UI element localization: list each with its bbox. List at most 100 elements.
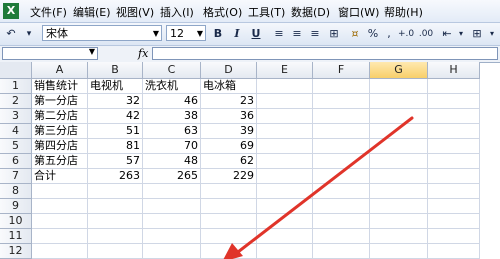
cell-c6[interactable]: 48 — [143, 154, 201, 169]
menu-insert[interactable]: 插入(I) — [160, 4, 194, 20]
cell-g6[interactable] — [370, 154, 428, 169]
cell-f11[interactable] — [313, 229, 370, 244]
cell-e4[interactable] — [257, 124, 313, 139]
cell-f1[interactable] — [313, 79, 370, 94]
cell-c12[interactable] — [143, 244, 201, 259]
row-header-1[interactable]: 1 — [0, 79, 32, 94]
cell-d7[interactable]: 229 — [201, 169, 257, 184]
cell-e5[interactable] — [257, 139, 313, 154]
cell-d3[interactable]: 36 — [201, 109, 257, 124]
cell-e6[interactable] — [257, 154, 313, 169]
cell-a12[interactable] — [32, 244, 88, 259]
cell-a7[interactable]: 合计 — [32, 169, 88, 184]
cell-f9[interactable] — [313, 199, 370, 214]
cell-b10[interactable] — [88, 214, 143, 229]
cell-b12[interactable] — [88, 244, 143, 259]
menu-window[interactable]: 窗口(W) — [338, 4, 379, 20]
menu-edit[interactable]: 编辑(E) — [73, 4, 111, 20]
cell-f12[interactable] — [313, 244, 370, 259]
row-header-4[interactable]: 4 — [0, 124, 32, 139]
font-name-select[interactable]: 宋体 ▼ — [42, 25, 162, 41]
column-header-b[interactable]: B — [88, 62, 143, 79]
cell-b3[interactable]: 42 — [88, 109, 143, 124]
cell-c5[interactable]: 70 — [143, 139, 201, 154]
align-center-icon[interactable]: ≡ — [290, 26, 304, 42]
column-header-a[interactable]: A — [32, 62, 88, 79]
cell-b11[interactable] — [88, 229, 143, 244]
cell-b4[interactable]: 51 — [88, 124, 143, 139]
cell-c3[interactable]: 38 — [143, 109, 201, 124]
row-header-6[interactable]: 6 — [0, 154, 32, 169]
column-header-f[interactable]: F — [313, 62, 370, 79]
formula-input[interactable] — [152, 47, 498, 60]
cell-h2[interactable] — [428, 94, 480, 109]
menu-view[interactable]: 视图(V) — [116, 4, 154, 20]
cell-f5[interactable] — [313, 139, 370, 154]
cell-g5[interactable] — [370, 139, 428, 154]
cell-h8[interactable] — [428, 184, 480, 199]
cell-a1[interactable]: 销售统计 — [32, 79, 88, 94]
cell-a8[interactable] — [32, 184, 88, 199]
cell-a3[interactable]: 第二分店 — [32, 109, 88, 124]
column-header-d[interactable]: D — [201, 62, 257, 79]
cell-g3[interactable] — [370, 109, 428, 124]
cell-e2[interactable] — [257, 94, 313, 109]
borders-icon[interactable]: ⊞ — [470, 26, 484, 42]
cell-d8[interactable] — [201, 184, 257, 199]
row-header-2[interactable]: 2 — [0, 94, 32, 109]
column-header-h[interactable]: H — [428, 62, 480, 79]
cell-c8[interactable] — [143, 184, 201, 199]
cell-b2[interactable]: 32 — [88, 94, 143, 109]
cell-g8[interactable] — [370, 184, 428, 199]
cell-c4[interactable]: 63 — [143, 124, 201, 139]
cell-g9[interactable] — [370, 199, 428, 214]
bold-button[interactable]: B — [211, 26, 225, 42]
cell-b7[interactable]: 263 — [88, 169, 143, 184]
cell-d12[interactable] — [201, 244, 257, 259]
cell-e9[interactable] — [257, 199, 313, 214]
align-left-icon[interactable]: ≡ — [272, 26, 286, 42]
toolbar-options-icon[interactable]: ▾ — [22, 26, 36, 42]
cell-f10[interactable] — [313, 214, 370, 229]
row-header-7[interactable]: 7 — [0, 169, 32, 184]
cell-e8[interactable] — [257, 184, 313, 199]
cell-c2[interactable]: 46 — [143, 94, 201, 109]
cell-d1[interactable]: 电冰箱 — [201, 79, 257, 94]
column-header-g[interactable]: G — [370, 62, 428, 79]
cell-a9[interactable] — [32, 199, 88, 214]
cell-b8[interactable] — [88, 184, 143, 199]
align-right-icon[interactable]: ≡ — [308, 26, 322, 42]
cell-h5[interactable] — [428, 139, 480, 154]
cell-h4[interactable] — [428, 124, 480, 139]
cell-g12[interactable] — [370, 244, 428, 259]
cell-e1[interactable] — [257, 79, 313, 94]
cell-d9[interactable] — [201, 199, 257, 214]
row-header-10[interactable]: 10 — [0, 214, 32, 229]
cell-h3[interactable] — [428, 109, 480, 124]
cell-d10[interactable] — [201, 214, 257, 229]
cell-b9[interactable] — [88, 199, 143, 214]
menu-file[interactable]: 文件(F) — [30, 4, 67, 20]
cell-a2[interactable]: 第一分店 — [32, 94, 88, 109]
cell-e7[interactable] — [257, 169, 313, 184]
chevron-down-icon[interactable]: ▾ — [486, 26, 498, 42]
cell-h1[interactable] — [428, 79, 480, 94]
row-header-8[interactable]: 8 — [0, 184, 32, 199]
cell-f2[interactable] — [313, 94, 370, 109]
chevron-down-icon[interactable]: ▾ — [456, 26, 466, 42]
cell-b1[interactable]: 电视机 — [88, 79, 143, 94]
cell-a5[interactable]: 第四分店 — [32, 139, 88, 154]
percent-button[interactable]: % — [366, 26, 380, 42]
menu-format[interactable]: 格式(O) — [203, 4, 242, 20]
cell-g4[interactable] — [370, 124, 428, 139]
increase-decimal-icon[interactable]: +.0 — [398, 26, 414, 42]
menu-data[interactable]: 数据(D) — [291, 4, 330, 20]
row-header-12[interactable]: 12 — [0, 244, 32, 259]
cell-f8[interactable] — [313, 184, 370, 199]
cell-c9[interactable] — [143, 199, 201, 214]
cell-c7[interactable]: 265 — [143, 169, 201, 184]
cell-f3[interactable] — [313, 109, 370, 124]
decrease-indent-icon[interactable]: ⇤ — [440, 26, 454, 42]
row-header-9[interactable]: 9 — [0, 199, 32, 214]
cell-e3[interactable] — [257, 109, 313, 124]
